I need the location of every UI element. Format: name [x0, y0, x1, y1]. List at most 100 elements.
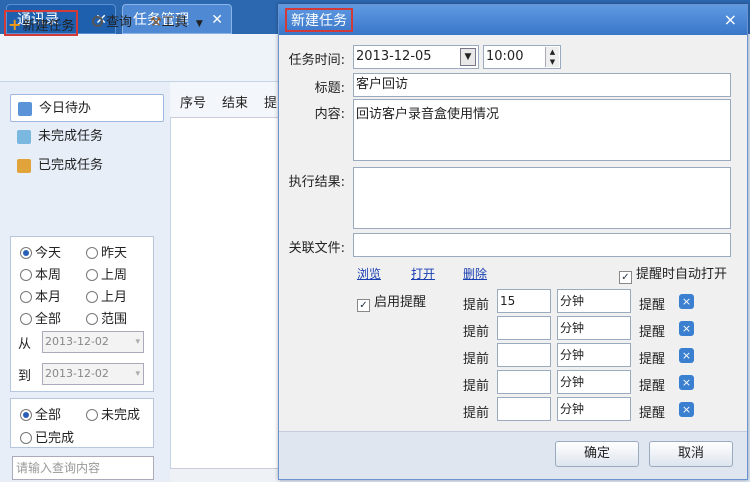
- radio-label: 上周: [101, 268, 128, 283]
- new-task-button[interactable]: +新建任务: [4, 10, 79, 36]
- radio-label: 范围: [101, 312, 128, 327]
- reminder-before-label: 提前: [463, 352, 490, 367]
- radio-label: 今天: [35, 246, 62, 261]
- toolbar: [0, 34, 280, 82]
- chevron-down-icon: ▼: [195, 19, 203, 29]
- radio-today[interactable]: 今天: [20, 242, 61, 261]
- calendar-icon: [18, 102, 32, 116]
- result-label: 执行结果:: [288, 175, 345, 190]
- delete-link[interactable]: 删除: [463, 265, 487, 282]
- auto-open-label: 提醒时自动打开: [636, 267, 728, 282]
- search-input[interactable]: 请输入查询内容: [12, 456, 154, 480]
- remove-reminder-icon[interactable]: ×: [679, 294, 694, 309]
- file-input[interactable]: [353, 233, 731, 257]
- enable-reminder-checkbox[interactable]: ✓ 启用提醒: [357, 291, 426, 312]
- sidebar-item-unfinished[interactable]: 未完成任务: [10, 123, 164, 151]
- sidebar-item-today[interactable]: 今日待办: [10, 94, 164, 122]
- envelope-icon: [17, 130, 31, 144]
- new-task-dialog: 新建任务 × 任务时间: 2013-12-05 ▼ 10:00 ▲ ▼ 标题: 客…: [278, 4, 748, 480]
- enable-reminder-label: 启用提醒: [374, 295, 427, 310]
- reminder-value-input[interactable]: [497, 397, 551, 421]
- reminder-unit-select[interactable]: 分钟: [557, 343, 631, 367]
- radio-status-finished[interactable]: 已完成: [20, 427, 74, 446]
- from-label: 从: [18, 337, 32, 352]
- radio-icon: [20, 313, 32, 325]
- radio-all[interactable]: 全部: [20, 308, 61, 327]
- grid-header: 序号 结束 提: [170, 82, 280, 118]
- radio-icon: [86, 313, 98, 325]
- radio-this-week[interactable]: 本周: [20, 264, 61, 283]
- sidebar-item-label: 未完成任务: [38, 129, 104, 144]
- query-button[interactable]: 查询: [92, 10, 132, 36]
- radio-last-week[interactable]: 上周: [86, 264, 127, 283]
- reminder-before-label: 提前: [463, 325, 490, 340]
- hammer-icon: ⚒: [150, 15, 162, 30]
- radio-label: 本月: [35, 290, 62, 305]
- date-value: 2013-12-05: [356, 49, 432, 64]
- column-header[interactable]: 结束: [222, 92, 248, 111]
- plus-icon: +: [8, 15, 22, 34]
- file-label: 关联文件:: [288, 241, 345, 256]
- subject-input[interactable]: 客户回访: [353, 73, 731, 97]
- from-date-value: 2013-12-02: [45, 335, 109, 348]
- reminder-unit-select[interactable]: 分钟: [557, 316, 631, 340]
- radio-icon: [86, 247, 98, 259]
- column-header[interactable]: 序号: [180, 92, 206, 111]
- radio-status-unfinished[interactable]: 未完成: [86, 404, 140, 423]
- to-date-field[interactable]: 2013-12-02 ▾: [42, 363, 144, 385]
- time-field[interactable]: 10:00 ▲ ▼: [483, 45, 561, 69]
- inbox-icon: [17, 159, 31, 173]
- remove-reminder-icon[interactable]: ×: [679, 402, 694, 417]
- column-header[interactable]: 提: [264, 92, 277, 111]
- auto-open-checkbox[interactable]: ✓ 提醒时自动打开: [619, 263, 727, 284]
- reminder-value-input[interactable]: [497, 316, 551, 340]
- horizontal-scrollbar[interactable]: [170, 468, 280, 482]
- spinner-icon[interactable]: ▲ ▼: [545, 47, 559, 67]
- remove-reminder-icon[interactable]: ×: [679, 321, 694, 336]
- subject-label: 标题:: [314, 81, 345, 96]
- sidebar-item-finished[interactable]: 已完成任务: [10, 152, 164, 180]
- content-textarea[interactable]: 回访客户录音盒使用情况: [353, 99, 731, 161]
- radio-icon: [86, 291, 98, 303]
- from-date-field[interactable]: 2013-12-02 ▾: [42, 331, 144, 353]
- open-link[interactable]: 打开: [411, 265, 435, 282]
- chevron-down-icon[interactable]: ▼: [460, 48, 476, 66]
- new-task-label: 新建任务: [22, 19, 75, 34]
- reminder-remind-label: 提醒: [639, 379, 666, 394]
- remove-reminder-icon[interactable]: ×: [679, 375, 694, 390]
- radio-label: 未完成: [101, 408, 141, 423]
- calendar-dropdown-icon[interactable]: ▾: [135, 332, 140, 352]
- time-label: 任务时间:: [288, 53, 345, 68]
- ok-button[interactable]: 确定: [555, 441, 639, 467]
- to-date-value: 2013-12-02: [45, 367, 109, 380]
- checkbox-checked-icon: ✓: [357, 299, 370, 312]
- radio-status-all[interactable]: 全部: [20, 404, 61, 423]
- reminder-unit-select[interactable]: 分钟: [557, 397, 631, 421]
- dialog-title: 新建任务: [285, 8, 353, 32]
- cancel-button[interactable]: 取消: [649, 441, 733, 467]
- radio-label: 昨天: [101, 246, 128, 261]
- date-field[interactable]: 2013-12-05 ▼: [353, 45, 479, 69]
- close-icon[interactable]: ×: [724, 10, 737, 29]
- radio-range[interactable]: 范围: [86, 308, 127, 327]
- content-label: 内容:: [314, 107, 345, 122]
- browse-link[interactable]: 浏览: [357, 265, 381, 282]
- close-icon[interactable]: ✕: [211, 5, 223, 35]
- reminder-value-input[interactable]: 15: [497, 289, 551, 313]
- calendar-dropdown-icon[interactable]: ▾: [135, 364, 140, 384]
- sidebar-item-label: 今日待办: [39, 101, 92, 116]
- tools-button[interactable]: ⚒工具 ▼: [150, 10, 203, 36]
- reminder-value-input[interactable]: [497, 370, 551, 394]
- radio-label: 全部: [35, 408, 62, 423]
- remove-reminder-icon[interactable]: ×: [679, 348, 694, 363]
- radio-last-month[interactable]: 上月: [86, 286, 127, 305]
- reminder-unit-select[interactable]: 分钟: [557, 370, 631, 394]
- radio-yesterday[interactable]: 昨天: [86, 242, 127, 261]
- search-icon: [92, 16, 103, 27]
- tools-label: 工具: [161, 15, 188, 30]
- radio-this-month[interactable]: 本月: [20, 286, 61, 305]
- reminder-unit-select[interactable]: 分钟: [557, 289, 631, 313]
- result-textarea[interactable]: [353, 167, 731, 229]
- reminder-value-input[interactable]: [497, 343, 551, 367]
- reminder-remind-label: 提醒: [639, 325, 666, 340]
